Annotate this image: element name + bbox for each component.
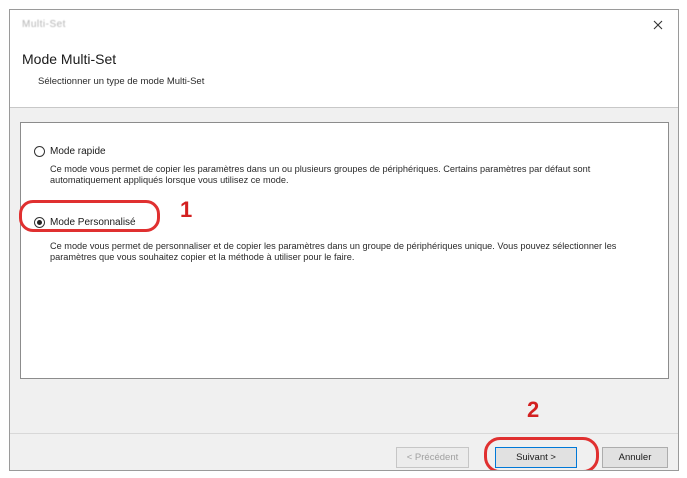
callout-number-1: 1	[180, 197, 193, 222]
close-button[interactable]	[638, 10, 678, 40]
option-mode-rapide[interactable]: Mode rapide	[34, 146, 106, 157]
wizard-header: Mode Multi-Set Sélectionner un type de m…	[10, 40, 678, 108]
option-description: Ce mode vous permet de personnaliser et …	[50, 241, 617, 262]
options-panel: Mode rapide Ce mode vous permet de copie…	[20, 122, 669, 379]
radio-mode-rapide[interactable]	[34, 146, 45, 157]
option-description: Ce mode vous permet de copier les paramè…	[50, 164, 591, 185]
title-bar: Multi-Set	[10, 10, 678, 40]
highlight-ring-next-button	[484, 437, 599, 470]
option-label: Mode rapide	[50, 146, 106, 157]
footer-separator	[10, 433, 678, 434]
cancel-button[interactable]: Annuler	[602, 447, 668, 468]
dialog-window: Multi-Set Mode Multi-Set Sélectionner un…	[9, 9, 679, 471]
close-icon	[653, 20, 663, 30]
highlight-ring-mode-personnalise	[19, 200, 160, 232]
window-title: Multi-Set	[22, 19, 66, 30]
page-title: Mode Multi-Set	[22, 51, 117, 67]
previous-button[interactable]: < Précédent	[396, 447, 469, 468]
page-subtitle: Sélectionner un type de mode Multi-Set	[38, 76, 205, 87]
callout-number-2: 2	[527, 397, 540, 422]
